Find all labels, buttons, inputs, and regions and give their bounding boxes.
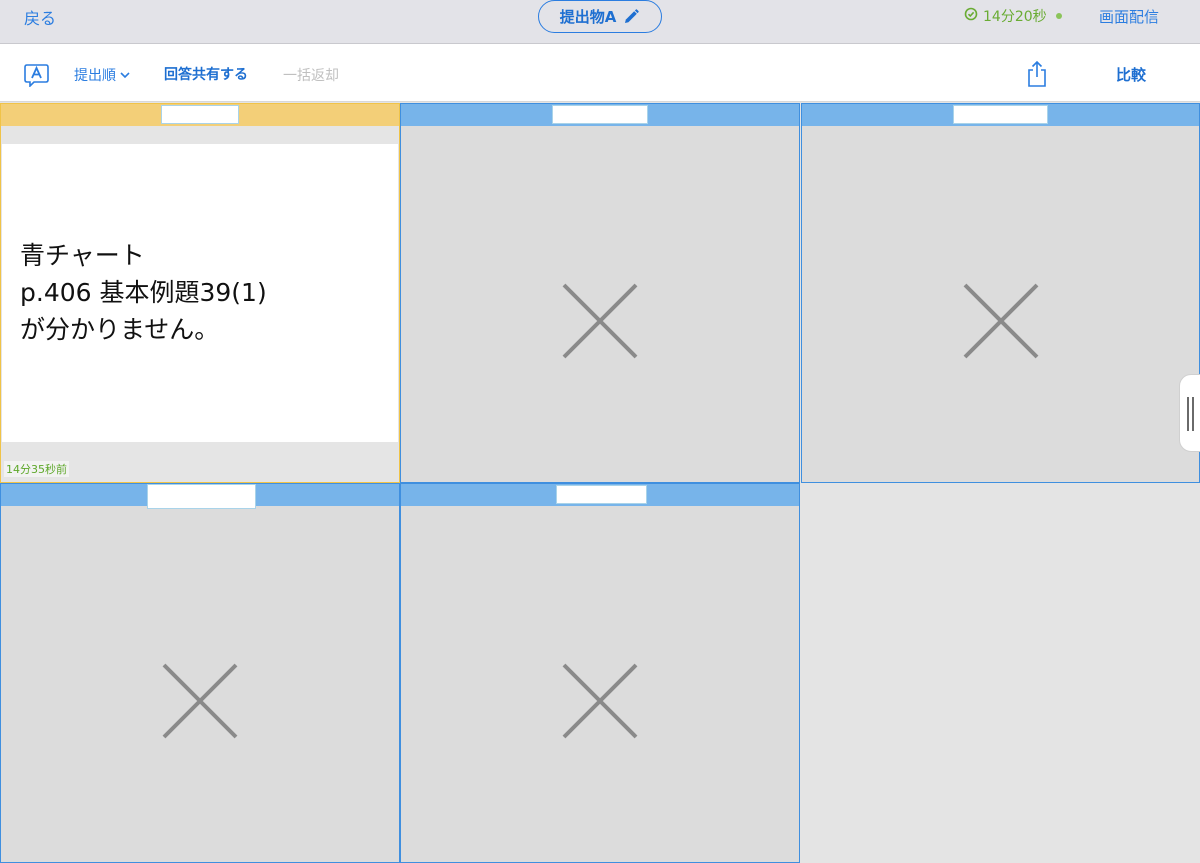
- handle-grip-icon: [1187, 397, 1189, 431]
- screen-broadcast-button[interactable]: 画面配信: [1099, 6, 1159, 27]
- assignment-title: 提出物A: [559, 8, 617, 26]
- student-name-box: [552, 105, 648, 124]
- elapsed-timer: 14分20秒: [964, 6, 1062, 26]
- submission-content: 青チャート p.406 基本例題39(1) が分かりません。: [2, 144, 398, 442]
- not-submitted-x-icon: [562, 663, 638, 739]
- back-button[interactable]: 戻る: [24, 5, 56, 29]
- top-nav-bar: 戻る 提出物A 14分20秒 画面配信: [0, 0, 1200, 44]
- toolbar: 提出順 回答共有する 一括返却 比較: [0, 44, 1200, 102]
- assignment-title-button[interactable]: 提出物A: [538, 0, 662, 33]
- card-header: [1, 484, 399, 509]
- submission-line: p.406 基本例題39(1): [20, 278, 267, 307]
- clock-check-icon: [964, 7, 978, 25]
- submission-card-empty[interactable]: [801, 103, 1200, 483]
- side-panel-handle[interactable]: [1179, 374, 1200, 452]
- share-answers-button[interactable]: 回答共有する: [164, 64, 248, 84]
- card-header: [802, 104, 1199, 126]
- submission-time-ago: 14分35秒前: [4, 461, 69, 477]
- student-name-box: [556, 485, 647, 504]
- not-submitted-x-icon: [963, 283, 1039, 359]
- submission-card[interactable]: 青チャート p.406 基本例題39(1) が分かりません。 14分35秒前: [0, 103, 400, 483]
- card-header: [401, 104, 799, 126]
- sort-order-dropdown[interactable]: 提出順: [74, 65, 130, 85]
- compare-button[interactable]: 比較: [1116, 64, 1146, 85]
- submission-line: 青チャート: [20, 241, 145, 270]
- student-name-box: [161, 105, 239, 124]
- sort-order-label: 提出順: [74, 68, 116, 84]
- not-submitted-x-icon: [562, 283, 638, 359]
- submission-line: が分かりません。: [20, 315, 220, 344]
- text-annotation-icon[interactable]: [24, 63, 50, 91]
- student-name-box: [147, 484, 256, 509]
- chevron-down-icon: [120, 67, 130, 83]
- submission-card-empty[interactable]: [400, 483, 800, 863]
- submission-card-empty[interactable]: [400, 103, 800, 483]
- share-export-icon[interactable]: [1025, 60, 1049, 92]
- live-indicator-dot: [1055, 13, 1062, 19]
- submission-card-empty[interactable]: [0, 483, 400, 863]
- handle-grip-icon: [1192, 397, 1194, 431]
- student-name-box: [953, 105, 1048, 124]
- timer-text: 14分20秒: [983, 9, 1047, 25]
- card-header: [401, 484, 799, 506]
- card-header: [1, 104, 399, 126]
- return-all-button[interactable]: 一括返却: [283, 65, 339, 85]
- pencil-icon: [622, 8, 640, 26]
- not-submitted-x-icon: [162, 663, 238, 739]
- submission-text: 青チャート p.406 基本例題39(1) が分かりません。: [20, 237, 267, 348]
